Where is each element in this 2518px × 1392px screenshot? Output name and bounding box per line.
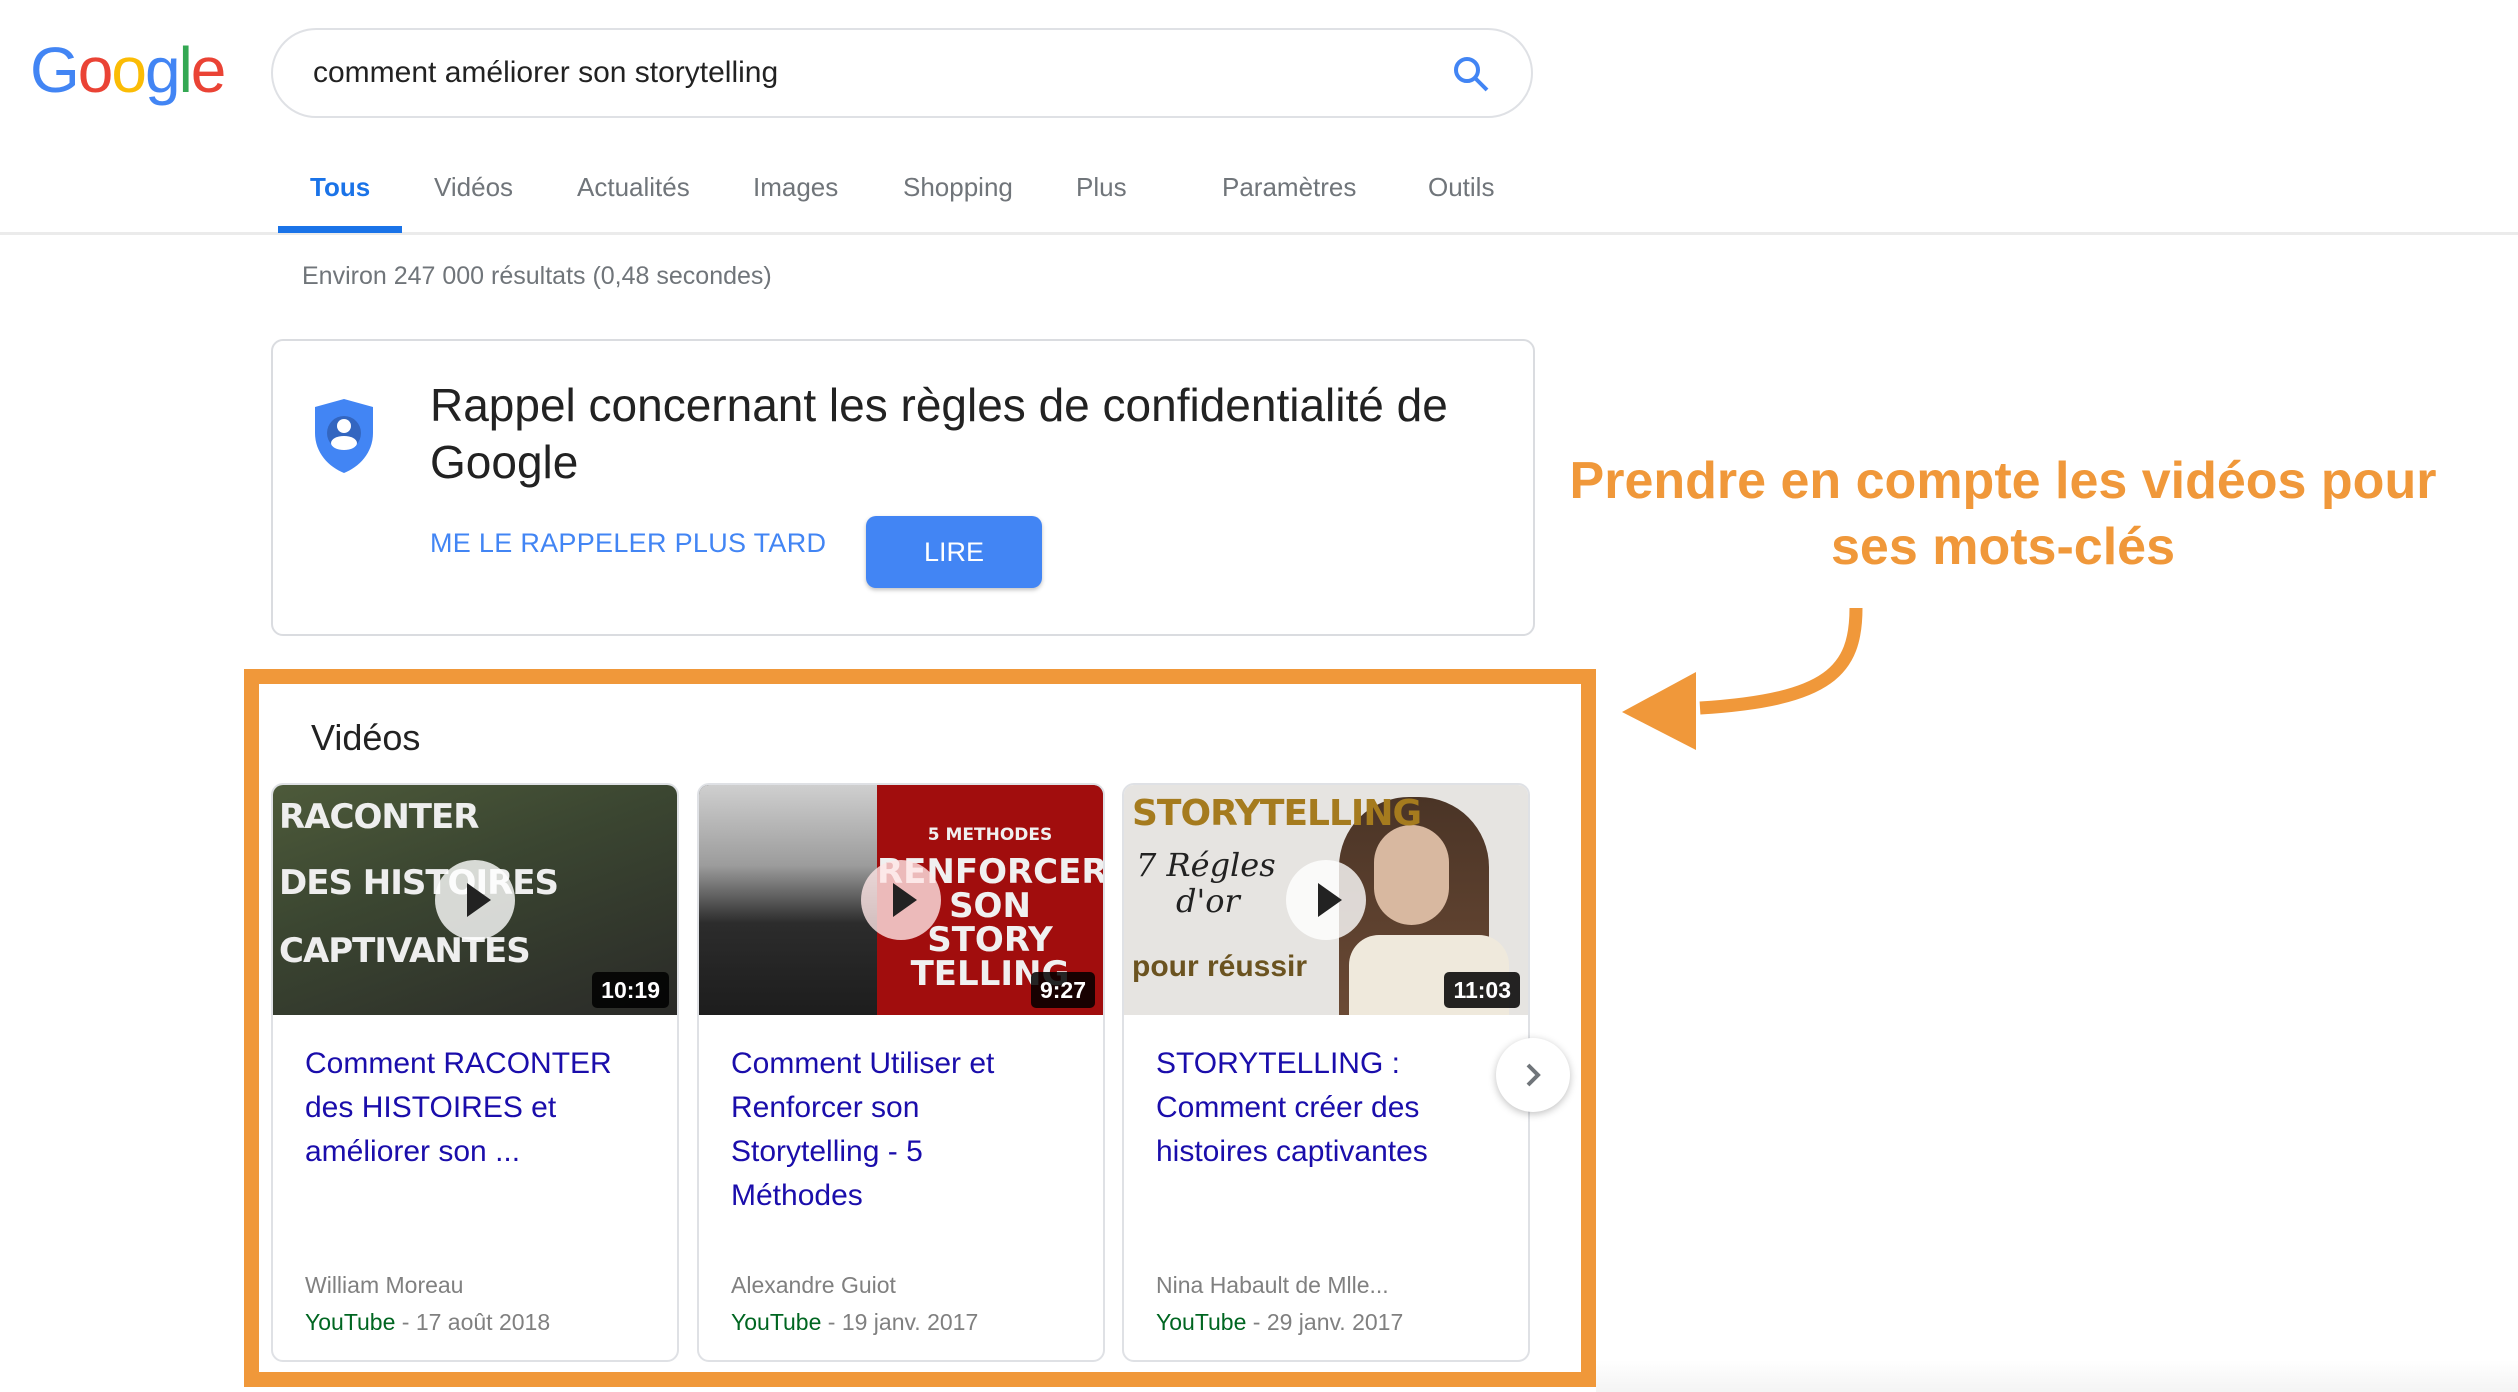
logo-letter: o <box>77 34 114 106</box>
video-title-link[interactable]: Comment Utiliser et Renforcer son Storyt… <box>731 1042 1061 1218</box>
logo-letter: G <box>30 34 80 106</box>
tab-parametres[interactable]: Paramètres <box>1222 172 1356 202</box>
video-author: William Moreau <box>305 1272 464 1298</box>
search-input[interactable]: comment améliorer son storytelling <box>313 30 778 116</box>
active-tab-indicator <box>278 226 402 233</box>
video-card[interactable]: RACONTER DES HISTOIRES CAPTIVANTES 10:19… <box>271 783 679 1362</box>
thumbnail-text: DES HISTOIRES <box>279 863 559 903</box>
video-duration: 11:03 <box>1444 972 1520 1008</box>
search-icon[interactable] <box>1451 54 1491 94</box>
logo-letter: l <box>178 34 193 106</box>
video-author: Nina Habault de Mlle... <box>1156 1272 1389 1298</box>
play-icon[interactable] <box>1286 860 1366 940</box>
tab-plus[interactable]: Plus <box>1076 172 1127 202</box>
privacy-title: Rappel concernant les règles de confiden… <box>430 379 1448 488</box>
video-card[interactable]: STORYTELLING 7 Régles d'or pour réussir 1… <box>1122 783 1530 1362</box>
thumbnail-text: 7 Régles <box>1136 846 1276 884</box>
tab-outils[interactable]: Outils <box>1428 172 1494 202</box>
videos-section-heading: Vidéos <box>311 717 421 758</box>
thumbnail-photo <box>1374 825 1449 925</box>
video-title-link[interactable]: STORYTELLING : Comment créer des histoir… <box>1156 1042 1486 1174</box>
thumbnail-text: 7 Régles d'or <box>1136 847 1276 919</box>
remind-later-button[interactable]: ME LE RAPPELER PLUS TARD <box>430 528 826 558</box>
read-button[interactable]: LIRE <box>866 516 1042 588</box>
tab-videos[interactable]: Vidéos <box>434 172 513 202</box>
video-thumbnail[interactable]: STORYTELLING 7 Régles d'or pour réussir 1… <box>1124 785 1528 1015</box>
chevron-right-icon <box>1526 1063 1541 1087</box>
video-meta: YouTube - 19 janv. 2017 <box>731 1309 978 1336</box>
privacy-reminder-card: Rappel concernant les règles de confiden… <box>271 339 1535 636</box>
tab-images[interactable]: Images <box>753 172 838 202</box>
thumbnail-text: d'or <box>1176 882 1240 920</box>
thumbnail-text: pour réussir <box>1132 950 1308 983</box>
video-card[interactable]: 5 METHODES RENFORCER SON STORY TELLING 9… <box>697 783 1105 1362</box>
thumbnail-photo <box>699 785 877 1015</box>
privacy-shield-icon <box>313 397 375 475</box>
thumbnail-text: 5 METHODES <box>927 825 1053 845</box>
video-source: YouTube <box>1156 1309 1247 1335</box>
thumbnail-text: STORYTELLING <box>1132 793 1422 834</box>
video-thumbnail[interactable]: 5 METHODES RENFORCER SON STORY TELLING 9… <box>699 785 1103 1015</box>
annotation-text: Prendre en compte les vidéos pour ses mo… <box>1569 452 2437 576</box>
video-thumbnail[interactable]: RACONTER DES HISTOIRES CAPTIVANTES 10:19 <box>273 785 677 1015</box>
tab-shopping[interactable]: Shopping <box>903 172 1013 202</box>
logo-letter: o <box>111 34 147 106</box>
tab-tous[interactable]: Tous <box>310 172 370 202</box>
video-author: Alexandre Guiot <box>731 1272 896 1298</box>
logo-letter: g <box>144 34 181 106</box>
video-date: - 17 août 2018 <box>395 1309 551 1335</box>
search-box[interactable]: comment améliorer son storytelling <box>271 28 1533 118</box>
play-icon[interactable] <box>435 860 515 940</box>
results-stats: Environ 247 000 résultats (0,48 secondes… <box>302 262 772 290</box>
carousel-next-button[interactable] <box>1496 1038 1570 1112</box>
thumbnail-text: RACONTER <box>279 797 479 837</box>
video-meta: YouTube - 17 août 2018 <box>305 1309 550 1336</box>
video-duration: 10:19 <box>592 972 669 1008</box>
video-title-link[interactable]: Comment RACONTER des HISTOIRES et amélio… <box>305 1042 635 1174</box>
video-date: - 29 janv. 2017 <box>1246 1309 1404 1335</box>
video-source: YouTube <box>731 1309 822 1335</box>
video-meta: YouTube - 29 janv. 2017 <box>1156 1309 1403 1336</box>
annotation-arrow-icon <box>1622 607 1863 750</box>
search-tabs: Tous Vidéos Actualités Images Shopping P… <box>0 160 2518 235</box>
thumbnail-text: CAPTIVANTES <box>279 931 531 971</box>
video-source: YouTube <box>305 1309 396 1335</box>
page-bottom-fade <box>1596 1360 2518 1392</box>
logo-letter: e <box>190 34 227 106</box>
video-duration: 9:27 <box>1030 972 1095 1008</box>
tab-actualites[interactable]: Actualités <box>577 172 690 202</box>
video-date: - 19 janv. 2017 <box>821 1309 979 1335</box>
play-icon[interactable] <box>861 860 941 940</box>
google-logo[interactable]: Google <box>30 30 227 110</box>
